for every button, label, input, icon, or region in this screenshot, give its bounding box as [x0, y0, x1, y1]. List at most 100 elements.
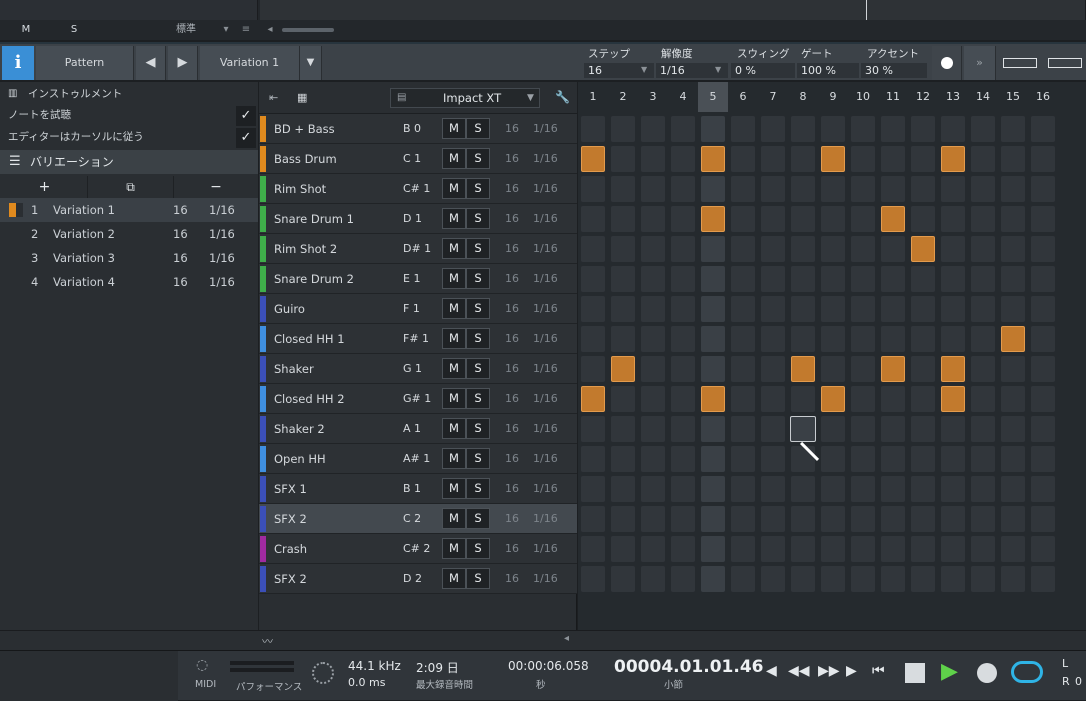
drum-view-icon[interactable]	[1048, 58, 1082, 68]
time-seconds[interactable]: 00:00:06.058	[508, 659, 589, 673]
step-cell[interactable]	[911, 386, 935, 412]
instrument-row[interactable]: Closed HH 2 G# 1 M S 16 1/16	[259, 384, 577, 414]
step-cell[interactable]	[671, 446, 695, 472]
step-cell-active[interactable]	[941, 356, 965, 382]
step-cell[interactable]	[821, 176, 845, 202]
step-cell[interactable]	[731, 176, 755, 202]
step-cell[interactable]	[881, 326, 905, 352]
step-cell[interactable]	[851, 356, 875, 382]
step-cell[interactable]	[731, 236, 755, 262]
instrument-row[interactable]: Rim Shot 2 D# 1 M S 16 1/16	[259, 234, 577, 264]
step-cell[interactable]	[821, 116, 845, 142]
step-cell[interactable]	[821, 536, 845, 562]
step-cell-active[interactable]	[881, 356, 905, 382]
step-cell[interactable]	[1001, 206, 1025, 232]
record-transport-button[interactable]	[977, 663, 997, 683]
step-cell[interactable]	[791, 506, 815, 532]
step-cell[interactable]	[641, 296, 665, 322]
step-cell[interactable]	[641, 566, 665, 592]
step-cell[interactable]	[821, 566, 845, 592]
step-cell[interactable]	[731, 356, 755, 382]
step-cell[interactable]	[731, 296, 755, 322]
step-cell[interactable]	[671, 506, 695, 532]
step-cell[interactable]	[1031, 566, 1055, 592]
step-cell[interactable]	[731, 416, 755, 442]
step-cell[interactable]	[611, 206, 635, 232]
instrument-row[interactable]: Guiro F 1 M S 16 1/16	[259, 294, 577, 324]
instrument-row[interactable]: Snare Drum 2 E 1 M S 16 1/16	[259, 264, 577, 294]
instrument-row[interactable]: Closed HH 1 F# 1 M S 16 1/16	[259, 324, 577, 354]
step-cell[interactable]	[761, 416, 785, 442]
step-cell[interactable]	[1001, 566, 1025, 592]
step-cell[interactable]	[671, 326, 695, 352]
instrument-row[interactable]: SFX 2 C 2 M S 16 1/16	[259, 504, 577, 534]
step-cell-active[interactable]	[581, 146, 605, 172]
step-cell[interactable]	[851, 146, 875, 172]
solo-button[interactable]: S	[466, 148, 490, 169]
step-cell[interactable]	[581, 176, 605, 202]
step-cell[interactable]	[671, 236, 695, 262]
step-cell[interactable]	[911, 506, 935, 532]
step-cell[interactable]	[881, 386, 905, 412]
step-cell[interactable]	[911, 146, 935, 172]
step-cell[interactable]	[911, 536, 935, 562]
step-cell[interactable]	[791, 386, 815, 412]
remove-variation-button[interactable]: −	[174, 176, 258, 198]
step-cell[interactable]	[731, 476, 755, 502]
solo-button[interactable]: S	[466, 208, 490, 229]
step-cell[interactable]	[881, 536, 905, 562]
step-cell[interactable]	[671, 176, 695, 202]
step-cell[interactable]	[971, 476, 995, 502]
step-cell[interactable]	[731, 506, 755, 532]
hover-cell[interactable]	[790, 416, 816, 442]
step-cell[interactable]	[1031, 176, 1055, 202]
mode-dropdown-icon[interactable]: ▾	[220, 22, 232, 38]
step-cell[interactable]	[971, 206, 995, 232]
stop-button[interactable]	[905, 663, 925, 683]
step-cell[interactable]	[911, 476, 935, 502]
time-bars[interactable]: 00004.01.01.46	[614, 657, 764, 677]
return-to-start-icon[interactable]: ◀	[766, 663, 777, 679]
step-cell[interactable]	[641, 536, 665, 562]
step-cell[interactable]	[671, 206, 695, 232]
step-cell[interactable]	[851, 446, 875, 472]
instrument-row[interactable]: Crash C# 2 M S 16 1/16	[259, 534, 577, 564]
step-cell[interactable]	[971, 506, 995, 532]
step-cell[interactable]	[761, 476, 785, 502]
step-cell[interactable]	[1031, 356, 1055, 382]
instrument-row[interactable]: Bass Drum C 1 M S 16 1/16	[259, 144, 577, 174]
automation-icon[interactable]: 〰	[262, 633, 273, 649]
step-cell[interactable]	[761, 356, 785, 382]
step-cell[interactable]	[971, 176, 995, 202]
step-cell[interactable]	[941, 566, 965, 592]
variation-select[interactable]: Variation 1	[200, 46, 300, 80]
follow-cursor-checkbox[interactable]: ✓	[236, 128, 256, 148]
step-cell[interactable]	[611, 236, 635, 262]
collapse-icon[interactable]: ⇤	[269, 91, 278, 104]
step-cell[interactable]	[791, 146, 815, 172]
step-cell-active[interactable]	[581, 386, 605, 412]
step-cell[interactable]	[761, 536, 785, 562]
variation-dropdown-icon[interactable]: ▼	[300, 46, 322, 80]
step-cell[interactable]	[911, 446, 935, 472]
record-button[interactable]	[932, 46, 962, 80]
step-cell[interactable]	[581, 446, 605, 472]
solo-button[interactable]: S	[466, 268, 490, 289]
step-cell[interactable]	[791, 566, 815, 592]
instrument-row[interactable]: SFX 2 D 2 M S 16 1/16	[259, 564, 577, 594]
step-cell[interactable]	[1001, 236, 1025, 262]
step-cell[interactable]	[671, 296, 695, 322]
solo-button[interactable]: S	[466, 418, 490, 439]
step-cell[interactable]	[911, 266, 935, 292]
accent-field[interactable]: 30 %	[861, 63, 927, 78]
step-cell[interactable]	[1031, 536, 1055, 562]
step-cell[interactable]	[701, 236, 725, 262]
step-cell[interactable]	[581, 116, 605, 142]
step-cell[interactable]	[611, 176, 635, 202]
step-cell[interactable]	[971, 536, 995, 562]
mute-button[interactable]: M	[442, 178, 466, 199]
step-cell[interactable]	[731, 206, 755, 232]
step-cell[interactable]	[1001, 146, 1025, 172]
step-cell[interactable]	[1031, 206, 1055, 232]
step-cell[interactable]	[611, 326, 635, 352]
